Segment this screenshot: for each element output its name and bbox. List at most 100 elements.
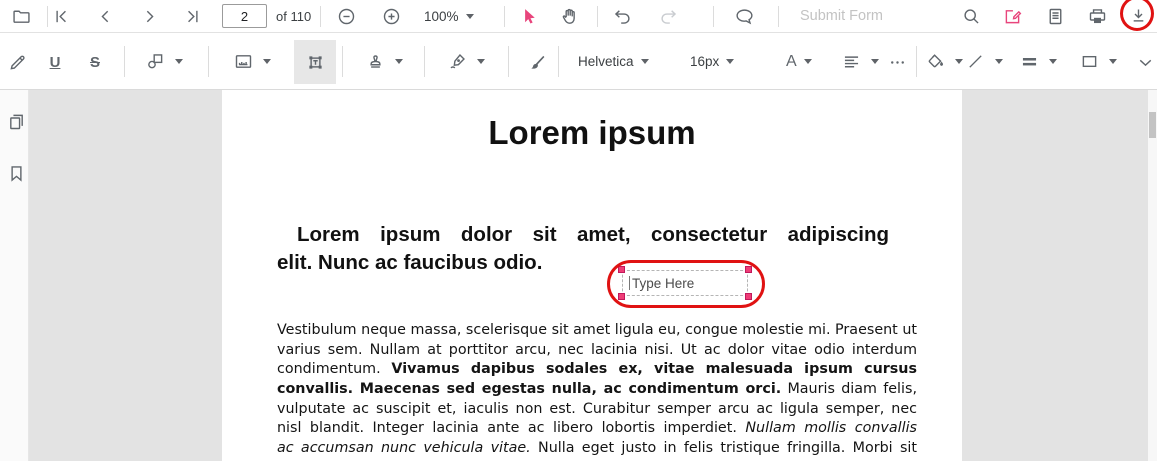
font-family-select[interactable]: Helvetica	[578, 33, 649, 90]
pages-copy-icon[interactable]	[3, 108, 29, 134]
paragraph-line: condimentum. Vivamus dapibus sodales ex,…	[277, 361, 917, 378]
paragraph-line: nisl blandit. Integer lacinia ante ac li…	[277, 420, 917, 437]
first-page-icon[interactable]	[48, 3, 74, 29]
pattern-icon	[1076, 49, 1102, 75]
chevron-down-icon	[263, 59, 271, 64]
document-heading: Lorem ipsum dolor sit amet, consectetur …	[277, 221, 917, 276]
font-family-value: Helvetica	[578, 54, 634, 69]
stamp-icon	[362, 49, 388, 75]
hand-tool-icon[interactable]	[556, 3, 582, 29]
underline-label: U	[49, 53, 61, 71]
divider	[508, 46, 509, 77]
chevron-down-icon	[871, 59, 879, 64]
next-page-icon[interactable]	[136, 3, 162, 29]
brush-icon[interactable]	[524, 49, 550, 75]
document-page[interactable]: Lorem ipsum Lorem ipsum dolor sit amet, …	[222, 90, 962, 461]
font-size-value: 16px	[690, 54, 720, 69]
line-tool[interactable]	[962, 33, 1003, 90]
shapes-tool[interactable]	[142, 33, 183, 90]
print-icon[interactable]	[1084, 3, 1110, 29]
image-tool[interactable]	[230, 33, 271, 90]
divider	[504, 6, 505, 27]
vertical-scrollbar[interactable]	[1148, 90, 1157, 461]
align-icon	[838, 49, 864, 75]
divider	[124, 46, 125, 77]
body-paragraph: Vestibulum neque massa, scelerisque sit …	[277, 321, 917, 459]
divider	[778, 6, 779, 27]
align-tool[interactable]	[838, 33, 879, 90]
folder-icon[interactable]	[8, 3, 34, 29]
divider	[342, 46, 343, 77]
more-icon[interactable]	[884, 49, 910, 75]
form-edit-icon[interactable]	[999, 3, 1025, 29]
underline-icon[interactable]: U	[42, 49, 68, 75]
fill-color-icon	[922, 49, 948, 75]
divider	[713, 6, 714, 27]
type-here-field[interactable]: Type Here	[618, 266, 752, 300]
heading-line-2: elit. Nunc ac faucibus odio.	[277, 250, 543, 274]
left-rail	[0, 90, 29, 461]
search-icon[interactable]	[958, 3, 984, 29]
page-number-input[interactable]	[222, 4, 267, 28]
divider	[424, 46, 425, 77]
resize-handle-bottom-left[interactable]	[618, 293, 625, 300]
previous-page-icon[interactable]	[92, 3, 118, 29]
page-total-label: of 110	[276, 9, 312, 24]
pencil-icon[interactable]	[4, 49, 30, 75]
shapes-icon	[142, 49, 168, 75]
scrollbar-thumb[interactable]	[1149, 112, 1156, 138]
font-color-tool[interactable]: A	[786, 33, 812, 90]
comment-icon[interactable]	[731, 3, 757, 29]
resize-handle-top-left[interactable]	[618, 266, 625, 273]
chevron-down-icon	[803, 59, 812, 64]
redo-icon[interactable]	[655, 3, 681, 29]
chevron-down-icon	[465, 14, 474, 19]
resize-handle-bottom-right[interactable]	[745, 293, 752, 300]
divider	[597, 6, 598, 27]
line-weight-icon	[1016, 49, 1042, 75]
last-page-icon[interactable]	[179, 3, 205, 29]
textbox-icon[interactable]	[302, 49, 328, 75]
divider	[558, 46, 559, 77]
document-canvas: Lorem ipsum Lorem ipsum dolor sit amet, …	[0, 90, 1157, 461]
pattern-tool[interactable]	[1076, 33, 1117, 90]
top-toolbar: of 110 100% Submit Form	[0, 0, 1157, 33]
chevron-down-icon	[1049, 59, 1057, 64]
zoom-level-select[interactable]: 100%	[424, 0, 474, 33]
undo-icon[interactable]	[609, 3, 635, 29]
document-icon[interactable]	[1042, 3, 1068, 29]
heading-line-1: Lorem ipsum dolor sit amet, consectetur …	[297, 223, 889, 246]
paragraph-line: vulputate ac suscipit et, iaculis non es…	[277, 400, 917, 417]
divider	[916, 46, 917, 77]
expand-icon[interactable]	[1132, 49, 1157, 75]
divider	[208, 46, 209, 77]
chevron-down-icon	[477, 59, 485, 64]
text-cursor	[629, 276, 630, 290]
strikethrough-icon[interactable]: S	[82, 49, 108, 75]
image-icon	[230, 49, 256, 75]
stamp-tool[interactable]	[362, 33, 403, 90]
zoom-level-value: 100%	[424, 9, 459, 24]
download-icon[interactable]	[1125, 3, 1151, 29]
chevron-down-icon	[175, 59, 183, 64]
paragraph-line: convallis. Maecenas sed egestas nulla, a…	[277, 381, 917, 398]
paragraph-line: varius sem. Nullam at porttitor arcu, ne…	[277, 341, 917, 358]
fill-color-tool[interactable]	[922, 33, 963, 90]
resize-handle-top-right[interactable]	[745, 266, 752, 273]
font-size-select[interactable]: 16px	[690, 33, 735, 90]
zoom-out-icon[interactable]	[333, 3, 359, 29]
select-cursor-icon[interactable]	[516, 3, 542, 29]
submit-form-button[interactable]: Submit Form	[800, 0, 883, 33]
chevron-down-icon	[726, 59, 735, 64]
chevron-down-icon	[395, 59, 403, 64]
bookmark-icon[interactable]	[3, 160, 29, 186]
strikethrough-label: S	[89, 53, 100, 71]
zoom-in-icon[interactable]	[378, 3, 404, 29]
paragraph-line: Vestibulum neque massa, scelerisque sit …	[277, 322, 917, 338]
document-title: Lorem ipsum	[488, 114, 696, 151]
signature-tool[interactable]	[444, 33, 485, 90]
chevron-down-icon	[640, 59, 649, 64]
format-toolbar: U S Helvetica 16px A	[0, 33, 1157, 90]
chevron-down-icon	[995, 59, 1003, 64]
line-weight-tool[interactable]	[1016, 33, 1057, 90]
